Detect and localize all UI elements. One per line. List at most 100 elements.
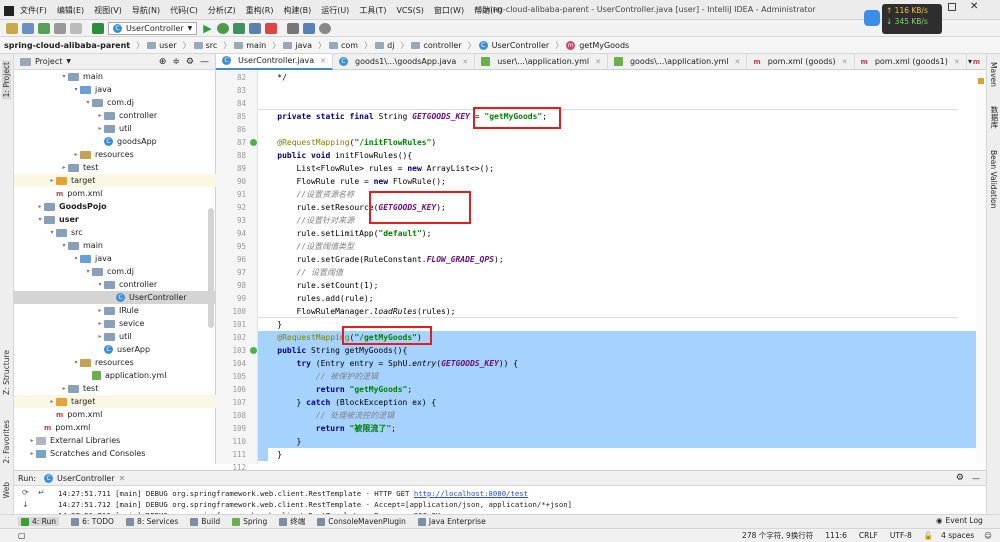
structure-tool-tab[interactable]: Z: Structure	[2, 350, 11, 395]
expand-right-icon[interactable]: ▸	[96, 320, 104, 327]
search-icon[interactable]	[318, 22, 331, 34]
back-icon[interactable]	[54, 22, 66, 34]
web-tool-tab[interactable]: Web	[2, 482, 11, 498]
close-icon[interactable]: ✕	[954, 58, 960, 66]
editor-tab[interactable]: user\...\application.yml ✕	[475, 53, 608, 70]
tree-item[interactable]: ▸ controller	[14, 109, 216, 122]
favorites-tool-tab[interactable]: 2: Favorites	[2, 420, 11, 464]
file-encoding[interactable]: UTF-8	[890, 531, 912, 540]
run-config-select[interactable]: C UserController ▼	[108, 21, 198, 35]
breadcrumb-item[interactable]: com	[329, 41, 358, 50]
run-console[interactable]: ⟳ ↓ ↵ 14:27:51.711 [main] DEBUG org.spri…	[14, 486, 986, 514]
close-icon[interactable]: ✕	[735, 58, 741, 66]
menu-item[interactable]: 窗口(W)	[434, 5, 464, 16]
bottom-tool-tab[interactable]: Build	[190, 517, 220, 526]
tree-item[interactable]: ▾ com.dj	[14, 265, 216, 278]
close-window-button[interactable]: ✕	[970, 2, 978, 12]
run-icon[interactable]: ▶	[203, 22, 211, 35]
menu-item[interactable]: 运行(U)	[321, 5, 349, 16]
tree-item[interactable]: ▸ target	[14, 174, 216, 187]
gear-icon[interactable]: ⚙	[956, 473, 964, 483]
tree-item[interactable]: ▸ test	[14, 382, 216, 395]
expand-down-icon[interactable]: ▾	[60, 73, 68, 80]
tree-item[interactable]: CgoodsApp	[14, 135, 216, 148]
tree-item[interactable]: ▸ resources	[14, 148, 216, 161]
bottom-tool-tab[interactable]: Java Enterprise	[417, 517, 486, 526]
bottom-tool-tab[interactable]: 8: Services	[125, 517, 178, 526]
expand-down-icon[interactable]: ▾	[72, 359, 80, 366]
menu-item[interactable]: 分析(Z)	[208, 5, 236, 16]
run-tab-userController[interactable]: UserController	[57, 474, 115, 483]
menu-item[interactable]: 编辑(E)	[57, 5, 84, 16]
endpoint-icon[interactable]	[250, 139, 257, 146]
line-separator[interactable]: CRLF	[859, 531, 878, 540]
menu-item[interactable]: 工具(T)	[359, 5, 386, 16]
menu-item[interactable]: 视图(V)	[94, 5, 122, 16]
scroll-down-icon[interactable]: ↓	[22, 500, 29, 509]
breadcrumb-item[interactable]: src	[193, 41, 217, 50]
tree-item[interactable]: ▾ controller	[14, 278, 216, 291]
tree-item[interactable]: ▸ target	[14, 395, 216, 408]
indent-setting[interactable]: 4 spaces	[941, 531, 974, 540]
debug-icon[interactable]	[216, 22, 229, 34]
maven-tool-tab[interactable]: Maven	[989, 62, 998, 87]
tree-item[interactable]: ▸ util	[14, 122, 216, 135]
expand-right-icon[interactable]: ▸	[28, 437, 36, 444]
gear-icon[interactable]: ⚙	[186, 57, 194, 67]
tree-item[interactable]: ▸ test	[14, 161, 216, 174]
stop-icon[interactable]	[264, 22, 277, 34]
collapse-all-icon[interactable]: ≑	[172, 57, 180, 67]
menu-item[interactable]: 重构(R)	[246, 5, 274, 16]
tree-item[interactable]: ▸ GoodsPojo	[14, 200, 216, 213]
expand-right-icon[interactable]: ▸	[96, 125, 104, 132]
bottom-tool-tab[interactable]: 6: TODO	[71, 517, 114, 526]
tree-item[interactable]: ▾ main	[14, 70, 216, 83]
rerun-icon[interactable]: ⟳	[22, 488, 29, 497]
close-icon[interactable]: ✕	[842, 58, 848, 66]
breadcrumb-item[interactable]: main	[234, 41, 266, 50]
expand-right-icon[interactable]: ▸	[96, 333, 104, 340]
menu-item[interactable]: 导航(N)	[132, 5, 160, 16]
tree-item[interactable]: ▸ util	[14, 330, 216, 343]
close-icon[interactable]: ✕	[119, 474, 126, 483]
close-icon[interactable]: ✕	[595, 58, 601, 66]
code-editor[interactable]: */ private static final String GETGOODS_…	[258, 70, 986, 464]
expand-down-icon[interactable]: ▾	[72, 255, 80, 262]
event-log-button[interactable]: ◉ Event Log	[936, 516, 983, 525]
expand-right-icon[interactable]: ▸	[96, 112, 104, 119]
tree-item[interactable]: m pom.xml	[14, 421, 216, 434]
breadcrumb-item[interactable]: dj	[375, 41, 394, 50]
hide-panel-icon[interactable]: —	[972, 474, 980, 483]
locate-icon[interactable]: ⊕	[159, 57, 167, 67]
expand-right-icon[interactable]: ▸	[48, 398, 56, 405]
expand-down-icon[interactable]: ▾	[36, 216, 44, 223]
sync-icon[interactable]	[38, 22, 50, 34]
menu-item[interactable]: 文件(F)	[20, 5, 47, 16]
tree-item[interactable]: ▾ user	[14, 213, 216, 226]
expand-down-icon[interactable]: ▾	[96, 281, 104, 288]
editor-scrollbar[interactable]	[976, 70, 986, 464]
breadcrumb-item[interactable]: m getMyGoods	[566, 40, 629, 50]
expand-right-icon[interactable]: ▸	[72, 151, 80, 158]
database-tool-tab[interactable]: 数据库	[989, 106, 1000, 129]
forward-icon[interactable]	[70, 22, 82, 34]
breadcrumb-item[interactable]: controller	[411, 41, 462, 50]
tree-item[interactable]: ▸ Scratches and Consoles	[14, 447, 216, 460]
expand-right-icon[interactable]: ▸	[48, 177, 56, 184]
soft-wrap-icon[interactable]: ↵	[38, 488, 45, 497]
tree-item[interactable]: ▾ java	[14, 83, 216, 96]
expand-right-icon[interactable]: ▸	[60, 385, 68, 392]
editor-tab[interactable]: Cgoods1\...\goodsApp.java ✕	[333, 53, 476, 70]
tree-item[interactable]: ▾ main	[14, 239, 216, 252]
chevron-down-icon[interactable]: ▼	[66, 58, 71, 65]
tree-item[interactable]: C UserController	[14, 291, 216, 304]
tree-item[interactable]: m pom.xml	[14, 408, 216, 421]
expand-down-icon[interactable]: ▾	[48, 229, 56, 236]
tree-item[interactable]: ▾ src	[14, 226, 216, 239]
log-link[interactable]: http://localhost:8080/test	[414, 489, 528, 498]
tree-item[interactable]: application.yml	[14, 369, 216, 382]
tree-item[interactable]: m pom.xml	[14, 187, 216, 200]
settings-wrench-icon[interactable]	[286, 22, 299, 34]
expand-right-icon[interactable]: ▸	[28, 450, 36, 457]
project-panel-title[interactable]: Project	[35, 57, 62, 66]
